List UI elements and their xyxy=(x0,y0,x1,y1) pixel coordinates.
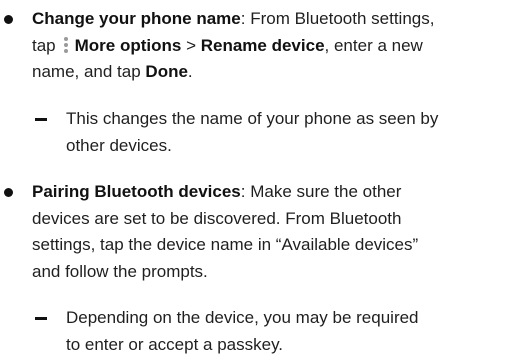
more-options-label: More options xyxy=(74,35,182,55)
text-line: Change your phone name: From Bluetooth s… xyxy=(32,9,435,28)
text-line: to enter or accept a passkey. xyxy=(66,334,284,354)
bullet-text: Pairing Bluetooth devices: Make sure the… xyxy=(32,179,512,285)
text-line: This changes the name of your phone as s… xyxy=(66,109,439,128)
bullet-title: Pairing Bluetooth devices xyxy=(32,182,241,201)
text-line: Depending on the device, you may be requ… xyxy=(66,308,419,327)
text-line: settings, tap the device name in “Availa… xyxy=(32,235,419,254)
text-line: other devices. xyxy=(66,135,172,155)
dash-marker xyxy=(35,118,47,121)
dash-marker xyxy=(35,317,47,320)
document-page: Change your phone name: From Bluetooth s… xyxy=(0,0,525,363)
done-label: Done xyxy=(145,62,188,81)
bullet-title: Change your phone name xyxy=(32,9,241,28)
sub-text: Depending on the device, you may be requ… xyxy=(66,305,521,358)
sub-text: This changes the name of your phone as s… xyxy=(66,106,521,159)
text-line: tap More options > Rename device, enter a… xyxy=(32,35,423,55)
bullet-text: Change your phone name: From Bluetooth s… xyxy=(32,6,512,86)
text-line: and follow the prompts. xyxy=(32,261,208,281)
text-line: devices are set to be discovered. From B… xyxy=(32,208,402,228)
bullet-dot xyxy=(4,15,13,24)
text-line: name, and tap Done. xyxy=(32,62,193,81)
bullet-dot xyxy=(4,188,13,197)
rename-device-label: Rename device xyxy=(200,35,325,55)
text-line: Pairing Bluetooth devices: Make sure the… xyxy=(32,182,402,201)
more-options-icon xyxy=(60,35,72,55)
